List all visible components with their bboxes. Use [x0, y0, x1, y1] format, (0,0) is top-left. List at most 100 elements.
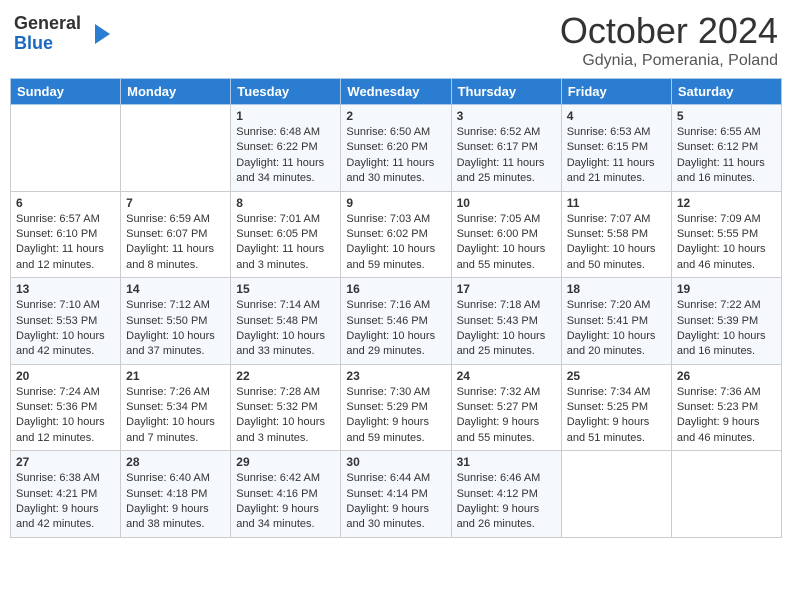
day-info: Sunrise: 7:12 AM Sunset: 5:50 PM Dayligh…	[126, 298, 225, 360]
header-cell-sunday: Sunday	[11, 79, 121, 105]
calendar-week-row: 27Sunrise: 6:38 AM Sunset: 4:21 PM Dayli…	[11, 451, 782, 538]
day-info: Sunrise: 7:20 AM Sunset: 5:41 PM Dayligh…	[567, 298, 666, 360]
day-number: 8	[236, 196, 335, 210]
day-info: Sunrise: 7:24 AM Sunset: 5:36 PM Dayligh…	[16, 385, 115, 447]
day-number: 16	[346, 282, 445, 296]
day-info: Sunrise: 7:30 AM Sunset: 5:29 PM Dayligh…	[346, 385, 445, 447]
month-title: October 2024	[560, 10, 778, 52]
location-title: Gdynia, Pomerania, Poland	[560, 52, 778, 70]
day-number: 13	[16, 282, 115, 296]
day-number: 22	[236, 369, 335, 383]
day-number: 31	[457, 455, 556, 469]
day-info: Sunrise: 6:59 AM Sunset: 6:07 PM Dayligh…	[126, 212, 225, 274]
day-info: Sunrise: 6:38 AM Sunset: 4:21 PM Dayligh…	[16, 471, 115, 533]
day-number: 29	[236, 455, 335, 469]
calendar-cell: 26 Sunrise: 7:36 AM Sunset: 5:23 PM Dayli…	[671, 364, 781, 451]
calendar-cell: 25 Sunrise: 7:34 AM Sunset: 5:25 PM Dayli…	[561, 364, 671, 451]
calendar-cell: 19 Sunrise: 7:22 AM Sunset: 5:39 PM Dayli…	[671, 278, 781, 365]
calendar-cell: 16 Sunrise: 7:16 AM Sunset: 5:46 PM Dayli…	[341, 278, 451, 365]
day-number: 24	[457, 369, 556, 383]
logo: General Blue	[14, 14, 115, 54]
calendar-week-row: 6 Sunrise: 6:57 AM Sunset: 6:10 PM Daylig…	[11, 191, 782, 278]
day-number: 20	[16, 369, 115, 383]
day-number: 19	[677, 282, 776, 296]
day-info: Sunrise: 6:57 AM Sunset: 6:10 PM Dayligh…	[16, 212, 115, 274]
day-number: 6	[16, 196, 115, 210]
calendar-cell: 31 Sunrise: 6:46 AM Sunset: 4:12 PM Dayli…	[451, 451, 561, 538]
day-info: Sunrise: 7:14 AM Sunset: 5:48 PM Dayligh…	[236, 298, 335, 360]
calendar-cell: 23Sunrise: 7:30 AM Sunset: 5:29 PM Dayli…	[341, 364, 451, 451]
day-info: Sunrise: 7:36 AM Sunset: 5:23 PM Dayligh…	[677, 385, 776, 447]
calendar-cell: 7Sunrise: 6:59 AM Sunset: 6:07 PM Daylig…	[121, 191, 231, 278]
calendar-cell: 8 Sunrise: 7:01 AM Sunset: 6:05 PM Daylig…	[231, 191, 341, 278]
calendar-cell: 12 Sunrise: 7:09 AM Sunset: 5:55 PM Dayli…	[671, 191, 781, 278]
logo-general-text: General	[14, 14, 81, 34]
day-number: 18	[567, 282, 666, 296]
day-number: 26	[677, 369, 776, 383]
header-cell-monday: Monday	[121, 79, 231, 105]
calendar-cell: 4 Sunrise: 6:53 AM Sunset: 6:15 PM Daylig…	[561, 105, 671, 192]
calendar-header-row: SundayMondayTuesdayWednesdayThursdayFrid…	[11, 79, 782, 105]
day-number: 4	[567, 109, 666, 123]
day-info: Sunrise: 7:32 AM Sunset: 5:27 PM Dayligh…	[457, 385, 556, 447]
day-info: Sunrise: 7:09 AM Sunset: 5:55 PM Dayligh…	[677, 212, 776, 274]
calendar-cell: 5 Sunrise: 6:55 AM Sunset: 6:12 PM Daylig…	[671, 105, 781, 192]
calendar-cell: 6 Sunrise: 6:57 AM Sunset: 6:10 PM Daylig…	[11, 191, 121, 278]
page-header: General Blue October 2024 Gdynia, Pomera…	[10, 10, 782, 70]
day-info: Sunrise: 7:03 AM Sunset: 6:02 PM Dayligh…	[346, 212, 445, 274]
header-cell-tuesday: Tuesday	[231, 79, 341, 105]
calendar-cell	[121, 105, 231, 192]
day-number: 10	[457, 196, 556, 210]
calendar-cell: 21Sunrise: 7:26 AM Sunset: 5:34 PM Dayli…	[121, 364, 231, 451]
calendar-cell: 10Sunrise: 7:05 AM Sunset: 6:00 PM Dayli…	[451, 191, 561, 278]
header-cell-thursday: Thursday	[451, 79, 561, 105]
day-number: 17	[457, 282, 556, 296]
day-info: Sunrise: 6:53 AM Sunset: 6:15 PM Dayligh…	[567, 125, 666, 187]
calendar-cell	[561, 451, 671, 538]
calendar-cell: 27Sunrise: 6:38 AM Sunset: 4:21 PM Dayli…	[11, 451, 121, 538]
title-block: October 2024 Gdynia, Pomerania, Poland	[560, 10, 778, 70]
day-info: Sunrise: 7:18 AM Sunset: 5:43 PM Dayligh…	[457, 298, 556, 360]
day-info: Sunrise: 6:50 AM Sunset: 6:20 PM Dayligh…	[346, 125, 445, 187]
day-number: 25	[567, 369, 666, 383]
day-number: 3	[457, 109, 556, 123]
header-cell-wednesday: Wednesday	[341, 79, 451, 105]
calendar-cell: 17 Sunrise: 7:18 AM Sunset: 5:43 PM Dayli…	[451, 278, 561, 365]
calendar-cell	[11, 105, 121, 192]
calendar-cell: 14 Sunrise: 7:12 AM Sunset: 5:50 PM Dayli…	[121, 278, 231, 365]
calendar-cell	[671, 451, 781, 538]
calendar-week-row: 13 Sunrise: 7:10 AM Sunset: 5:53 PM Dayli…	[11, 278, 782, 365]
header-cell-saturday: Saturday	[671, 79, 781, 105]
day-info: Sunrise: 7:10 AM Sunset: 5:53 PM Dayligh…	[16, 298, 115, 360]
calendar-cell: 1 Sunrise: 6:48 AM Sunset: 6:22 PM Daylig…	[231, 105, 341, 192]
calendar-week-row: 1 Sunrise: 6:48 AM Sunset: 6:22 PM Daylig…	[11, 105, 782, 192]
logo-blue-text: Blue	[14, 34, 81, 54]
day-number: 12	[677, 196, 776, 210]
day-number: 30	[346, 455, 445, 469]
day-info: Sunrise: 6:55 AM Sunset: 6:12 PM Dayligh…	[677, 125, 776, 187]
day-number: 14	[126, 282, 225, 296]
day-info: Sunrise: 6:48 AM Sunset: 6:22 PM Dayligh…	[236, 125, 335, 187]
calendar-cell: 22Sunrise: 7:28 AM Sunset: 5:32 PM Dayli…	[231, 364, 341, 451]
header-cell-friday: Friday	[561, 79, 671, 105]
day-info: Sunrise: 7:34 AM Sunset: 5:25 PM Dayligh…	[567, 385, 666, 447]
day-number: 21	[126, 369, 225, 383]
calendar-body: 1 Sunrise: 6:48 AM Sunset: 6:22 PM Daylig…	[11, 105, 782, 538]
calendar-cell: 29Sunrise: 6:42 AM Sunset: 4:16 PM Dayli…	[231, 451, 341, 538]
calendar-cell: 30Sunrise: 6:44 AM Sunset: 4:14 PM Dayli…	[341, 451, 451, 538]
day-number: 15	[236, 282, 335, 296]
day-number: 1	[236, 109, 335, 123]
day-number: 5	[677, 109, 776, 123]
day-info: Sunrise: 7:16 AM Sunset: 5:46 PM Dayligh…	[346, 298, 445, 360]
day-info: Sunrise: 7:07 AM Sunset: 5:58 PM Dayligh…	[567, 212, 666, 274]
day-info: Sunrise: 7:22 AM Sunset: 5:39 PM Dayligh…	[677, 298, 776, 360]
day-number: 2	[346, 109, 445, 123]
day-info: Sunrise: 7:01 AM Sunset: 6:05 PM Dayligh…	[236, 212, 335, 274]
day-info: Sunrise: 6:46 AM Sunset: 4:12 PM Dayligh…	[457, 471, 556, 533]
day-number: 11	[567, 196, 666, 210]
logo-icon	[85, 19, 115, 49]
calendar-cell: 15 Sunrise: 7:14 AM Sunset: 5:48 PM Dayli…	[231, 278, 341, 365]
calendar-cell: 18 Sunrise: 7:20 AM Sunset: 5:41 PM Dayli…	[561, 278, 671, 365]
day-info: Sunrise: 6:52 AM Sunset: 6:17 PM Dayligh…	[457, 125, 556, 187]
day-number: 28	[126, 455, 225, 469]
